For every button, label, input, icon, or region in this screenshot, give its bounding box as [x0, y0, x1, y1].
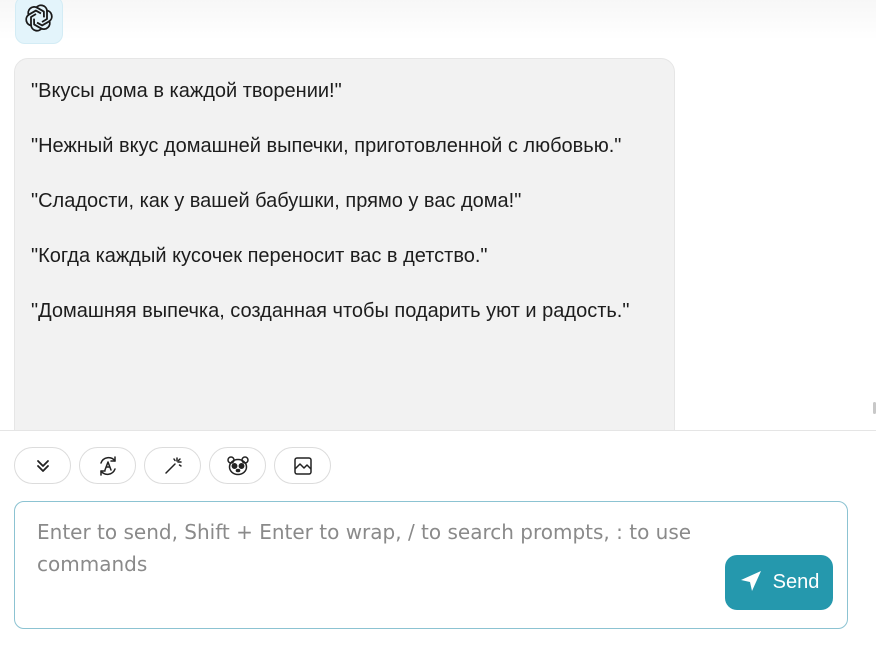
mask-button[interactable] [209, 447, 266, 484]
chat-toolbar [14, 447, 331, 484]
assistant-avatar [15, 0, 63, 44]
mask-icon [226, 454, 250, 478]
assistant-message: "Вкусы дома в каждой творении!" "Нежный … [14, 58, 675, 430]
image-button[interactable] [274, 447, 331, 484]
openai-logo-icon [24, 3, 54, 38]
message-paragraph: "Вкусы дома в каждой творении!" [31, 80, 342, 102]
chat-messages-area: "Вкусы дома в каждой творении!" "Нежный … [0, 0, 876, 430]
divider [0, 430, 876, 431]
send-button-label: Send [772, 571, 820, 593]
message-paragraph: "Когда каждый кусочек переносит вас в де… [31, 245, 488, 267]
message-paragraph: "Сладости, как у вашей бабушки, прямо у … [31, 190, 522, 212]
chat-input-box: Send [14, 501, 848, 629]
message-paragraph: "Нежный вкус домашней выпечки, приготовл… [31, 135, 622, 157]
magic-wand-button[interactable] [144, 447, 201, 484]
translate-icon [97, 455, 119, 477]
send-button[interactable]: Send [725, 555, 833, 610]
translate-button[interactable] [79, 447, 136, 484]
chat-input[interactable] [37, 516, 717, 606]
scroll-to-bottom-button[interactable] [14, 447, 71, 484]
image-icon [292, 455, 314, 477]
send-arrow-icon [739, 569, 763, 596]
chevrons-down-icon [34, 457, 52, 475]
magic-wand-icon [162, 455, 184, 477]
message-paragraph: "Домашняя выпечка, созданная чтобы подар… [31, 300, 630, 322]
chat-page: "Вкусы дома в каждой творении!" "Нежный … [0, 0, 876, 655]
